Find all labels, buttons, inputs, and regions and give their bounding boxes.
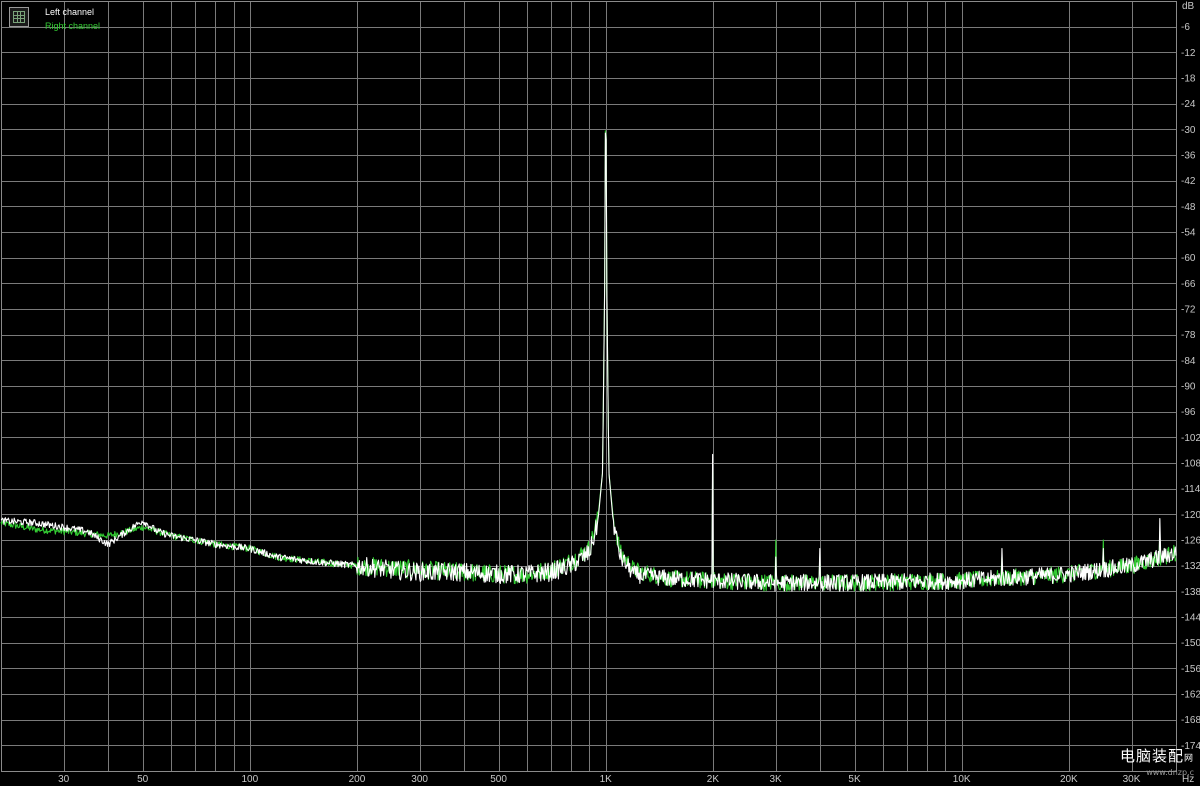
y-tick-label: -66: [1181, 279, 1196, 290]
y-tick-label: -138: [1181, 587, 1200, 598]
y-tick-label: -114: [1181, 484, 1200, 495]
x-tick-label: 50: [137, 774, 149, 785]
x-tick-label: 100: [241, 774, 258, 785]
y-tick-label: -132: [1181, 561, 1200, 572]
watermark-text: 电脑装配: [1119, 747, 1184, 765]
x-tick-label: 200: [349, 774, 366, 785]
y-tick-label: -150: [1181, 638, 1200, 649]
y-tick-label: -90: [1181, 382, 1196, 393]
y-tick-label: -108: [1181, 459, 1200, 470]
legend-right-channel: Right channel: [45, 21, 101, 31]
x-tick-label: 5K: [848, 774, 861, 785]
y-tick-label: -78: [1181, 330, 1196, 341]
spectrum-plot: -6 -12 -18 -24 -30 -36 -42 -48 -54 -60 -66 -72 -78 -8…: [0, 0, 1200, 786]
x-tick-label: 2K: [707, 774, 720, 785]
watermark-extra: 网: [1183, 754, 1194, 764]
legend-icon[interactable]: [9, 7, 29, 27]
y-tick-label: -96: [1181, 407, 1196, 418]
y-axis-unit: dB: [1182, 1, 1195, 12]
y-tick-label: -126: [1181, 536, 1200, 547]
y-tick-label: -120: [1181, 510, 1200, 521]
x-tick-label: 20K: [1060, 774, 1078, 785]
y-tick-label: -24: [1181, 99, 1196, 110]
legend-left-channel: Left channel: [45, 7, 95, 17]
y-tick-label: -42: [1181, 176, 1196, 187]
y-tick-label: -162: [1181, 690, 1200, 701]
y-tick-label: -30: [1181, 125, 1196, 136]
y-tick-label: -18: [1181, 74, 1196, 85]
y-tick-label: -156: [1181, 664, 1200, 675]
x-tick-label: 300: [411, 774, 428, 785]
y-tick-label: -48: [1181, 202, 1196, 213]
y-tick-label: -168: [1181, 715, 1200, 726]
watermark-url: www.dnzp.c: [1146, 768, 1194, 777]
watermark-logo: 电脑装配网: [1120, 745, 1194, 766]
y-tick-label: -84: [1181, 356, 1196, 367]
x-tick-label: 30: [58, 774, 70, 785]
x-tick-label: 3K: [769, 774, 782, 785]
y-tick-label: -36: [1181, 151, 1196, 162]
x-tick-label: 10K: [953, 774, 971, 785]
x-tick-label: 1K: [600, 774, 613, 785]
y-tick-label: -102: [1181, 433, 1200, 444]
y-tick-label: -60: [1181, 253, 1196, 264]
x-tick-label: 500: [490, 774, 507, 785]
y-tick-label: -144: [1181, 613, 1200, 624]
x-tick-label: 30K: [1123, 774, 1141, 785]
y-tick-label: -72: [1181, 305, 1196, 316]
y-tick-label: -6: [1181, 22, 1190, 33]
spectrum-analyzer-frame: -6 -12 -18 -24 -30 -36 -42 -48 -54 -60 -66 -72 -78 -8…: [0, 0, 1200, 786]
y-tick-label: -12: [1181, 48, 1196, 59]
y-tick-label: -54: [1181, 228, 1196, 239]
